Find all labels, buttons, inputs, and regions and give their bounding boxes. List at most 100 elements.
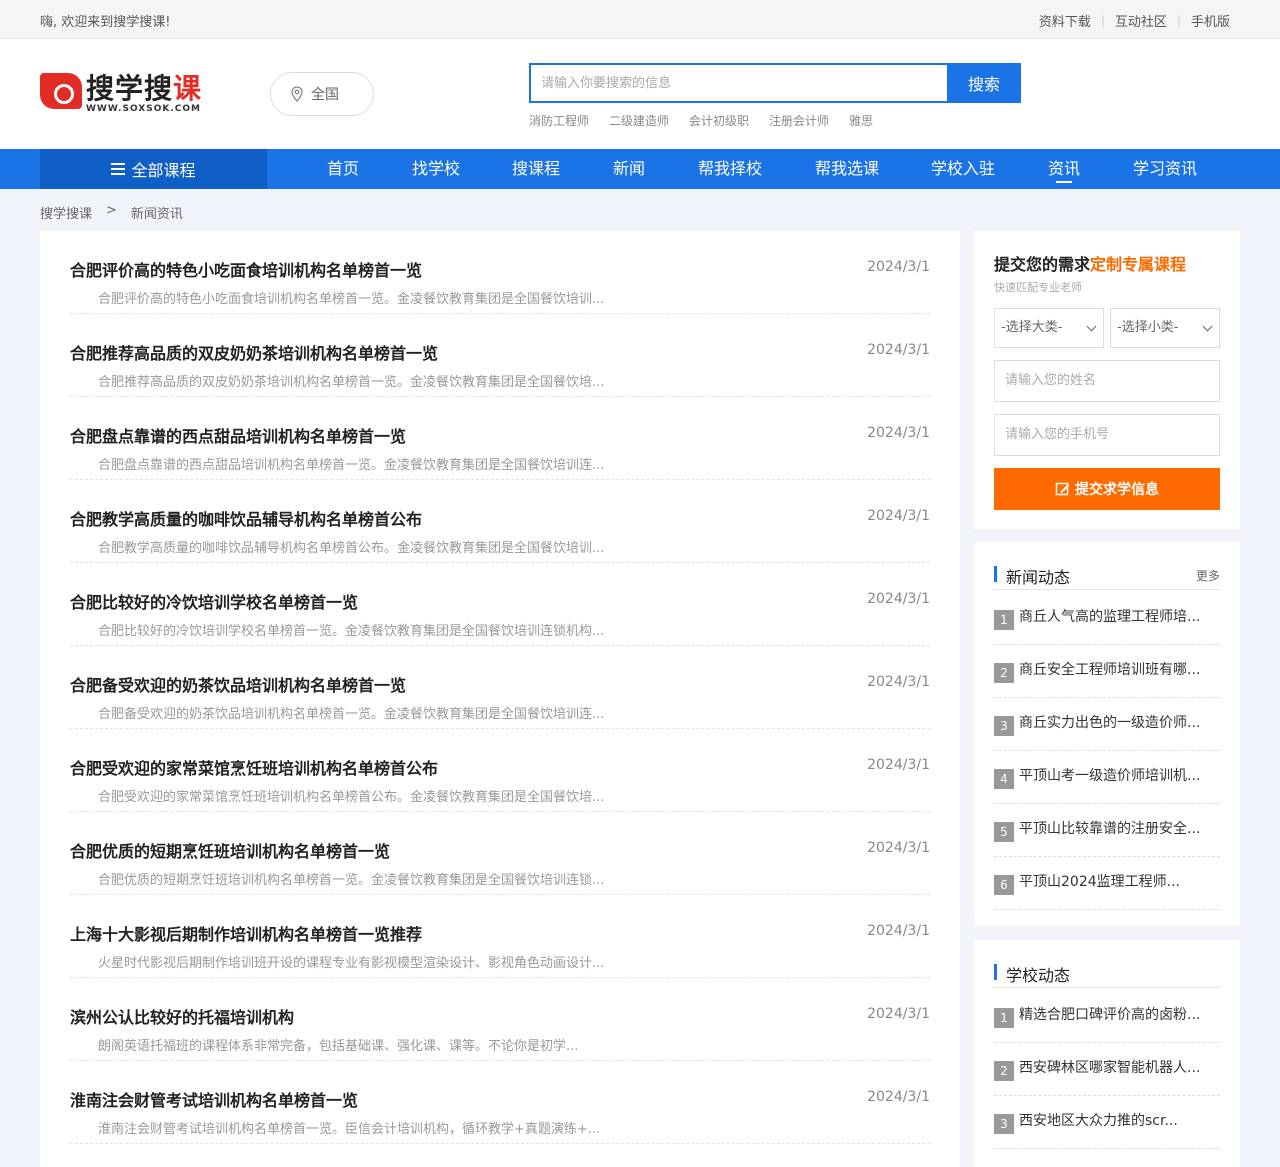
news-title[interactable]: 淮南注会财管考试培训机构名单榜首一览 [70, 1087, 358, 1111]
region-selector[interactable]: 全国 [270, 72, 374, 116]
submit-button[interactable]: 提交求学信息 [994, 468, 1220, 510]
hot-keyword[interactable]: 雅思 [849, 112, 873, 129]
header-accent [994, 566, 997, 582]
news-summary: 火星时代影视后期制作培训班开设的课程专业有影视模型渲染设计、影视角色动画设计..… [98, 956, 605, 971]
news-title[interactable]: 合肥受欢迎的家常菜馆烹饪班培训机构名单榜首公布 [70, 755, 438, 779]
list-item-text[interactable]: 平顶山考一级造价师培训机... [1019, 765, 1200, 785]
news-summary: 合肥比较好的冷饮培训学校名单榜首一览。金凌餐饮教育集团是全国餐饮培训连锁机构..… [98, 624, 605, 639]
nav-item-study-info[interactable]: 学习资讯 [1133, 149, 1197, 189]
search-input[interactable] [529, 63, 947, 103]
news-title[interactable]: 合肥评价高的特色小吃面食培训机构名单榜首一览 [70, 257, 422, 281]
news-title[interactable]: 滨州公认比较好的托福培训机构 [70, 1004, 294, 1028]
news-title[interactable]: 合肥教学高质量的咖啡饮品辅导机构名单榜首公布 [70, 506, 422, 530]
news-item[interactable]: 合肥评价高的特色小吃面食培训机构名单榜首一览 2024/3/1 合肥评价高的特色… [70, 231, 930, 314]
breadcrumb: 搜学搜课 > 新闻资讯 [40, 203, 183, 222]
news-title[interactable]: 合肥推荐高品质的双皮奶奶茶培训机构名单榜首一览 [70, 340, 438, 364]
submit-label: 提交求学信息 [1075, 482, 1159, 498]
news-title[interactable]: 合肥比较好的冷饮培训学校名单榜首一览 [70, 589, 358, 613]
link-community[interactable]: 互动社区 [1115, 11, 1167, 30]
news-date: 2024/3/1 [867, 259, 930, 275]
all-courses-button[interactable]: 全部课程 [40, 149, 267, 189]
list-item[interactable]: 3 西安地区大众力推的scr... [994, 1096, 1220, 1149]
list-item-text[interactable]: 商丘安全工程师培训班有哪... [1019, 659, 1200, 679]
nav-item-school-join[interactable]: 学校入驻 [931, 149, 995, 189]
nav-item-home[interactable]: 首页 [327, 149, 359, 189]
news-item[interactable]: 合肥教学高质量的咖啡饮品辅导机构名单榜首公布 2024/3/1 合肥教学高质量的… [70, 480, 930, 563]
nav-item-find-school[interactable]: 找学校 [412, 149, 460, 189]
news-date: 2024/3/1 [867, 1089, 930, 1105]
news-item[interactable]: 合肥盘点靠谱的西点甜品培训机构名单榜首一览 2024/3/1 合肥盘点靠谱的西点… [70, 397, 930, 480]
news-item[interactable]: 合肥优质的短期烹饪班培训机构名单榜首一览 2024/3/1 合肥优质的短期烹饪班… [70, 812, 930, 895]
main-nav: 全部课程 首页 找学校 搜课程 新闻 帮我择校 帮我选课 学校入驻 资讯 学习资… [0, 149, 1280, 189]
rank-badge: 6 [994, 875, 1014, 895]
region-label: 全国 [311, 87, 339, 103]
more-link[interactable]: 更多 [1196, 567, 1220, 584]
list-item[interactable]: 2 商丘安全工程师培训班有哪... [994, 645, 1220, 698]
breadcrumb-home[interactable]: 搜学搜课 [40, 203, 92, 222]
list-item[interactable]: 1 精选合肥口碑评价高的卤粉... [994, 990, 1220, 1043]
list-item-text[interactable]: 西安碑林区哪家智能机器人... [1019, 1057, 1200, 1077]
list-item[interactable]: 2 西安碑林区哪家智能机器人... [994, 1043, 1220, 1096]
news-item[interactable]: 淮南注会财管考试培训机构名单榜首一览 2024/3/1 淮南注会财管考试培训机构… [70, 1061, 930, 1144]
logo-text: 搜学搜课 [86, 72, 203, 105]
news-date: 2024/3/1 [867, 674, 930, 690]
list-item[interactable]: 1 商丘人气高的监理工程师培... [994, 592, 1220, 645]
category-select[interactable]: -选择大类- [994, 308, 1104, 348]
logo-mark-icon [40, 73, 82, 109]
news-title[interactable]: 合肥优质的短期烹饪班培训机构名单榜首一览 [70, 838, 390, 862]
edit-icon [1055, 482, 1070, 496]
nav-item-choose-school[interactable]: 帮我择校 [698, 149, 762, 189]
news-item[interactable]: 合肥推荐高品质的双皮奶奶茶培训机构名单榜首一览 2024/3/1 合肥推荐高品质… [70, 314, 930, 397]
news-item[interactable]: 滨州公认比较好的托福培训机构 2024/3/1 朗阁英语托福班的课程体系非常完备… [70, 978, 930, 1061]
list-item-text[interactable]: 平顶山比较靠谱的注册安全... [1019, 818, 1200, 838]
list-item-text[interactable]: 西安地区大众力推的scr... [1019, 1110, 1178, 1130]
news-item[interactable]: 合肥比较好的冷饮培训学校名单榜首一览 2024/3/1 合肥比较好的冷饮培训学校… [70, 563, 930, 646]
site-logo[interactable]: 搜学搜课 WWW.SOXSOK.COM [40, 67, 210, 115]
hot-keyword[interactable]: 会计初级职 [689, 112, 749, 129]
news-item[interactable]: 合肥受欢迎的家常菜馆烹饪班培训机构名单榜首公布 2024/3/1 合肥受欢迎的家… [70, 729, 930, 812]
list-item[interactable]: 5 平顶山比较靠谱的注册安全... [994, 804, 1220, 857]
news-title[interactable]: 上海十大影视后期制作培训机构名单榜首一览推荐 [70, 921, 422, 945]
hot-keyword[interactable]: 二级建造师 [609, 112, 669, 129]
news-date: 2024/3/1 [867, 425, 930, 441]
rank-badge: 1 [994, 610, 1014, 630]
hot-keyword[interactable]: 注册会计师 [769, 112, 829, 129]
nav-item-news[interactable]: 新闻 [613, 149, 645, 189]
news-summary: 合肥教学高质量的咖啡饮品辅导机构名单榜首公布。金凌餐饮教育集团是全国餐饮培训..… [98, 541, 605, 556]
news-date: 2024/3/1 [867, 1006, 930, 1022]
name-input[interactable]: 请输入您的姓名 [994, 360, 1220, 402]
list-item-text[interactable]: 商丘实力出色的一级造价师... [1019, 712, 1200, 732]
all-courses-label: 全部课程 [131, 161, 196, 180]
news-title[interactable]: 合肥备受欢迎的奶茶饮品培训机构名单榜首一览 [70, 672, 406, 696]
phone-input[interactable]: 请输入您的手机号 [994, 414, 1220, 456]
nav-item-search-course[interactable]: 搜课程 [512, 149, 560, 189]
hot-keywords: 消防工程师 二级建造师 会计初级职 注册会计师 雅思 [529, 112, 873, 129]
news-summary: 合肥受欢迎的家常菜馆烹饪班培训机构名单榜首公布。金凌餐饮教育集团是全国餐饮培..… [98, 790, 605, 805]
link-downloads[interactable]: 资料下载 [1039, 11, 1091, 30]
news-summary: 合肥备受欢迎的奶茶饮品培训机构名单榜首一览。金凌餐饮教育集团是全国餐饮培训连..… [98, 707, 605, 722]
link-mobile[interactable]: 手机版 [1191, 11, 1230, 30]
subcategory-select[interactable]: -选择小类- [1110, 308, 1220, 348]
list-item[interactable]: 3 商丘实力出色的一级造价师... [994, 698, 1220, 751]
panel-title: 新闻动态 [1006, 568, 1071, 587]
news-title[interactable]: 合肥盘点靠谱的西点甜品培训机构名单榜首一览 [70, 423, 406, 447]
nav-item-choose-course[interactable]: 帮我选课 [815, 149, 879, 189]
welcome-text: 嗨, 欢迎来到搜学搜课! [40, 15, 171, 30]
panel-title: 学校动态 [1006, 966, 1071, 985]
school-dynamic-panel: 学校动态 1 精选合肥口碑评价高的卤粉... 2 西安碑林区哪家智能机器人... 3… [974, 940, 1240, 1167]
panel-header: 学校动态 [994, 960, 1220, 988]
news-item[interactable]: 上海十大影视后期制作培训机构名单榜首一览推荐 2024/3/1 火星时代影视后期… [70, 895, 930, 978]
list-item-text[interactable]: 商丘人气高的监理工程师培... [1019, 606, 1200, 626]
form-subtitle: 快速匹配专业老师 [994, 281, 1082, 294]
news-item[interactable]: 合肥备受欢迎的奶茶饮品培训机构名单榜首一览 2024/3/1 合肥备受欢迎的奶茶… [70, 646, 930, 729]
hot-keyword[interactable]: 消防工程师 [529, 112, 589, 129]
list-item-text[interactable]: 平顶山2024监理工程师... [1019, 871, 1180, 891]
rank-badge: 1 [994, 1008, 1014, 1028]
list-item-text[interactable]: 精选合肥口碑评价高的卤粉... [1019, 1004, 1200, 1024]
header: 搜学搜课 WWW.SOXSOK.COM 全国 搜索 消防工程师 二级建造师 会计… [0, 39, 1280, 149]
list-item[interactable]: 6 平顶山2024监理工程师... [994, 857, 1220, 910]
nav-item-info[interactable]: 资讯 [1048, 149, 1080, 189]
search-button[interactable]: 搜索 [947, 63, 1021, 103]
list-item[interactable]: 4 平顶山考一级造价师培训机... [994, 751, 1220, 804]
news-date: 2024/3/1 [867, 840, 930, 856]
